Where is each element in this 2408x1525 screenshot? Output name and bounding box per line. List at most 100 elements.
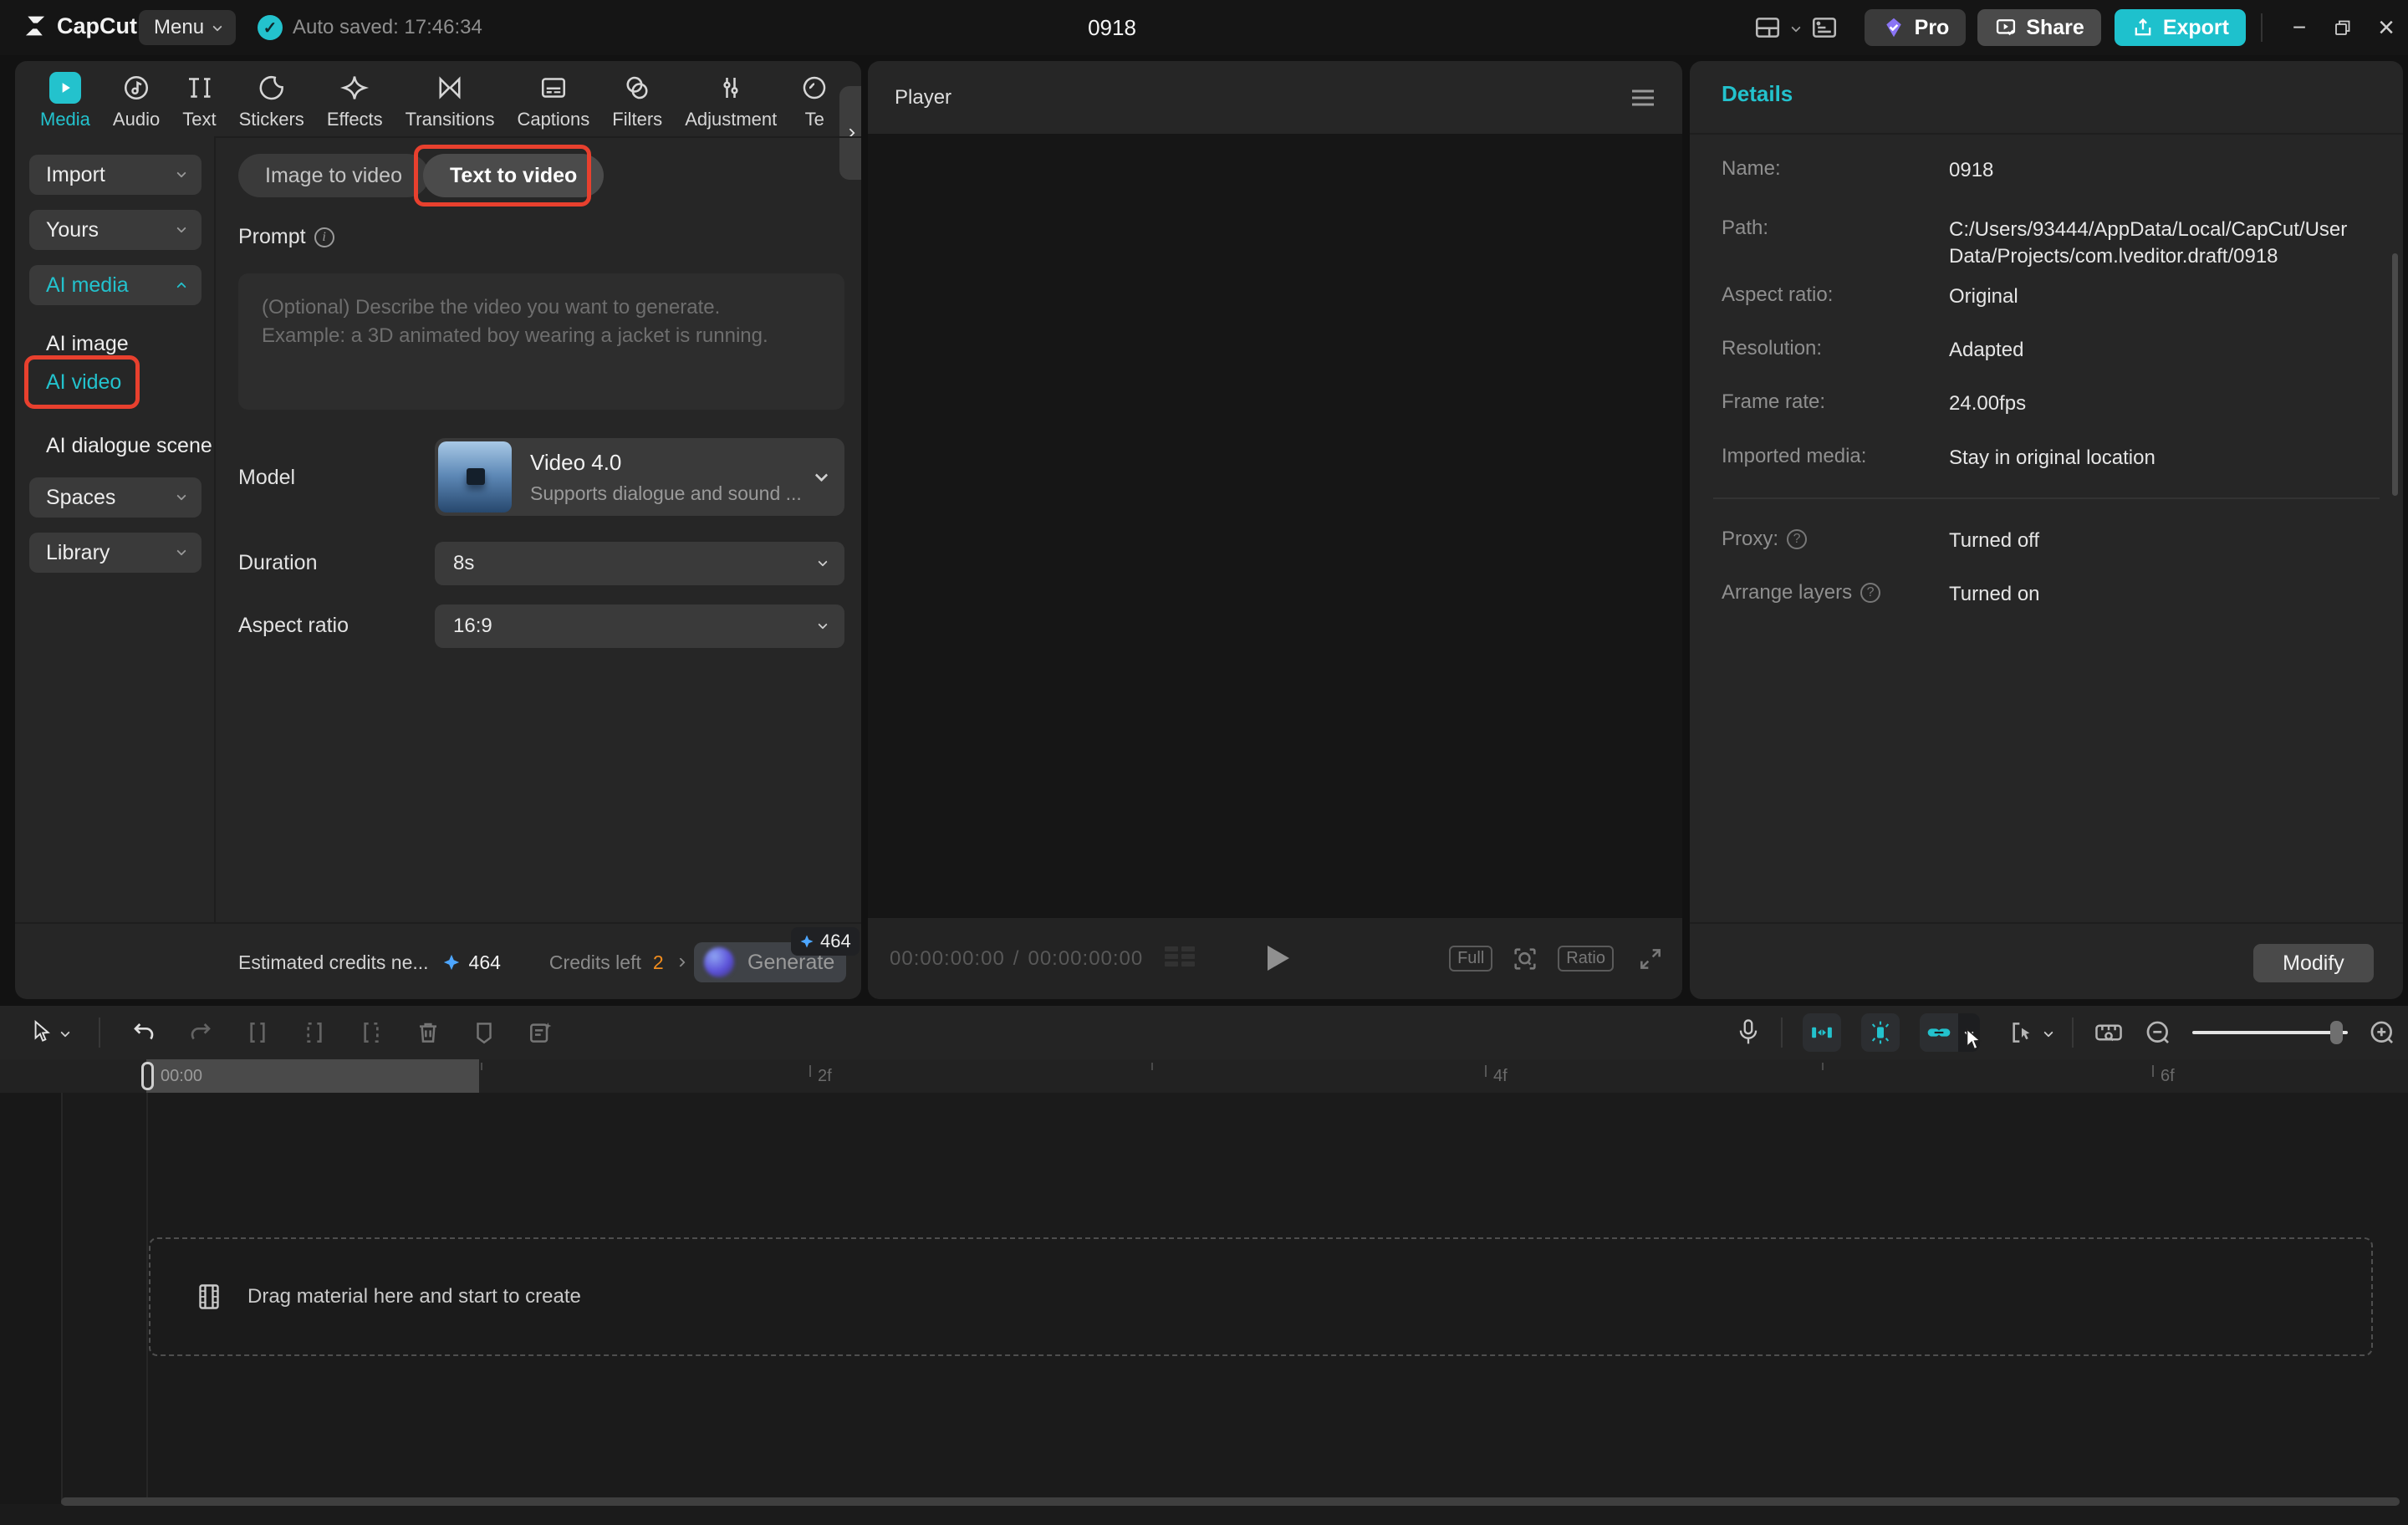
mark-icon[interactable] xyxy=(472,1020,497,1045)
pro-button[interactable]: Pro xyxy=(1865,9,1967,46)
info-icon[interactable]: i xyxy=(314,227,334,247)
tab-adjustment[interactable]: Adjustment xyxy=(685,61,777,138)
player-viewport xyxy=(868,134,1682,918)
tab-stickers[interactable]: Stickers xyxy=(239,61,304,138)
detail-label-aspect-ratio: Aspect ratio: xyxy=(1722,283,1833,307)
sidebar-item-import[interactable]: Import xyxy=(29,155,202,195)
chevron-right-icon[interactable] xyxy=(676,957,685,967)
split-delete-right-icon[interactable] xyxy=(358,1019,385,1046)
media-type-tabs: Media Audio Text Stickers xyxy=(15,61,861,138)
close-button[interactable]: × xyxy=(2365,0,2408,55)
generate-button[interactable]: Generate 464 xyxy=(694,942,846,982)
sidebar-item-ai-media[interactable]: AI media xyxy=(29,265,202,305)
dropzone-text: Drag material here and start to create xyxy=(247,1285,581,1308)
preview-axis-icon[interactable] xyxy=(2008,1019,2052,1046)
full-button[interactable]: Full xyxy=(1449,946,1492,972)
auto-snapping-toggle[interactable] xyxy=(1861,1013,1900,1052)
help-icon[interactable]: ? xyxy=(1787,529,1807,549)
divider xyxy=(1781,1018,1783,1048)
timeline-dropzone[interactable]: Drag material here and start to create xyxy=(149,1237,2373,1356)
player-menu-icon[interactable] xyxy=(1630,89,1656,107)
timeline-toolbar xyxy=(0,1006,2408,1059)
generate-orb-icon xyxy=(704,947,734,977)
menu-button[interactable]: Menu xyxy=(139,10,236,45)
captions-icon xyxy=(538,71,569,105)
export-frame-icon[interactable] xyxy=(527,1019,554,1046)
modify-button[interactable]: Modify xyxy=(2253,944,2374,982)
undo-icon[interactable] xyxy=(130,1019,157,1046)
maximize-button[interactable] xyxy=(2321,0,2365,55)
player-timecode: 00:00:00:00 / 00:00:00:00 xyxy=(890,918,1196,999)
divider xyxy=(2072,1018,2074,1048)
zoom-slider-handle[interactable] xyxy=(2330,1021,2343,1044)
templates-icon xyxy=(799,71,829,105)
duration-select[interactable]: 8s xyxy=(435,542,844,585)
aspect-ratio-value: 16:9 xyxy=(453,615,492,638)
effects-icon xyxy=(339,71,370,105)
minimize-button[interactable]: − xyxy=(2278,0,2321,55)
chevron-down-icon xyxy=(212,22,222,31)
frame-view-grid-icon[interactable] xyxy=(1163,944,1196,974)
track-header-column xyxy=(0,1093,61,1504)
adapt-timeline-icon[interactable] xyxy=(2094,1018,2124,1047)
help-icon[interactable]: ? xyxy=(1860,583,1880,603)
sidebar-item-ai-dialogue-scene[interactable]: AI dialogue scene xyxy=(29,427,212,464)
duration-value: 8s xyxy=(453,552,474,575)
fit-zoom-icon[interactable] xyxy=(1511,945,1539,973)
chevron-down-icon[interactable] xyxy=(60,1028,69,1037)
zoom-out-icon[interactable] xyxy=(2144,1018,2172,1047)
play-icon[interactable] xyxy=(1268,946,1289,971)
tab-effects[interactable]: Effects xyxy=(327,61,383,138)
tab-audio[interactable]: Audio xyxy=(113,61,160,138)
timeline-horizontal-scrollbar[interactable] xyxy=(61,1497,2400,1506)
panel-layout-icon[interactable] xyxy=(1804,13,1844,42)
aspect-ratio-select[interactable]: 16:9 xyxy=(435,604,844,648)
share-button[interactable]: Share xyxy=(1977,9,2100,46)
sidebar-item-yours[interactable]: Yours xyxy=(29,210,202,250)
credits-left-value: 2 xyxy=(653,951,664,974)
sidebar-item-spaces[interactable]: Spaces xyxy=(29,477,202,518)
film-icon xyxy=(194,1282,224,1312)
details-scrollbar[interactable] xyxy=(2392,253,2398,496)
tab-captions[interactable]: Captions xyxy=(517,61,589,138)
split-delete-left-icon[interactable] xyxy=(301,1019,328,1046)
timeline-ruler[interactable]: 00:00 2f 4f 6f xyxy=(0,1059,2408,1093)
ruler-tick xyxy=(1822,1063,1824,1070)
model-select[interactable]: Video 4.0 Supports dialogue and sound ..… xyxy=(435,438,844,516)
expand-tabs-button[interactable] xyxy=(839,86,861,180)
redo-icon[interactable] xyxy=(187,1019,214,1046)
divider xyxy=(1713,497,2380,499)
fullscreen-icon[interactable] xyxy=(1637,946,1664,972)
chevron-down-icon[interactable] xyxy=(1791,23,1800,32)
export-button[interactable]: Export xyxy=(2115,9,2246,46)
record-voiceover-icon[interactable] xyxy=(1736,1018,1761,1047)
select-cursor-icon[interactable] xyxy=(30,1020,69,1045)
ratio-button[interactable]: Ratio xyxy=(1558,946,1614,972)
layout-icon[interactable] xyxy=(1747,13,1788,42)
estimated-credits-value: 464 xyxy=(469,951,501,974)
tab-templates-truncated[interactable]: Te xyxy=(799,61,829,138)
sidebar-item-library[interactable]: Library xyxy=(29,533,202,573)
chevron-down-icon[interactable] xyxy=(2043,1028,2053,1037)
timeline-zoom-slider[interactable] xyxy=(2192,1031,2348,1034)
tab-filters[interactable]: Filters xyxy=(612,61,662,138)
prompt-input[interactable] xyxy=(238,273,844,410)
app-logo: CapCut xyxy=(20,12,137,40)
chevron-down-icon xyxy=(176,168,186,177)
tab-transitions[interactable]: Transitions xyxy=(406,61,495,138)
transitions-icon xyxy=(435,71,465,105)
zoom-in-icon[interactable] xyxy=(2368,1018,2396,1047)
tab-image-to-video[interactable]: Image to video xyxy=(238,154,429,197)
divider xyxy=(1690,133,2403,135)
magnetic-snap-toggle[interactable] xyxy=(1803,1013,1841,1052)
detail-value-frame-rate: 24.00fps xyxy=(1949,390,2371,417)
capcut-window: CapCut Menu ✓ Auto saved: 17:46:34 0918 xyxy=(0,0,2408,1525)
tab-text[interactable]: Text xyxy=(182,61,216,138)
playhead-handle[interactable] xyxy=(141,1062,154,1090)
tab-media[interactable]: Media xyxy=(40,61,90,138)
split-icon[interactable] xyxy=(244,1019,271,1046)
delete-icon[interactable] xyxy=(415,1019,441,1046)
estimated-credits-label: Estimated credits ne... xyxy=(238,951,429,974)
chevron-down-icon xyxy=(176,223,186,232)
detail-label-arrange-layers: Arrange layers ? xyxy=(1722,581,1880,604)
